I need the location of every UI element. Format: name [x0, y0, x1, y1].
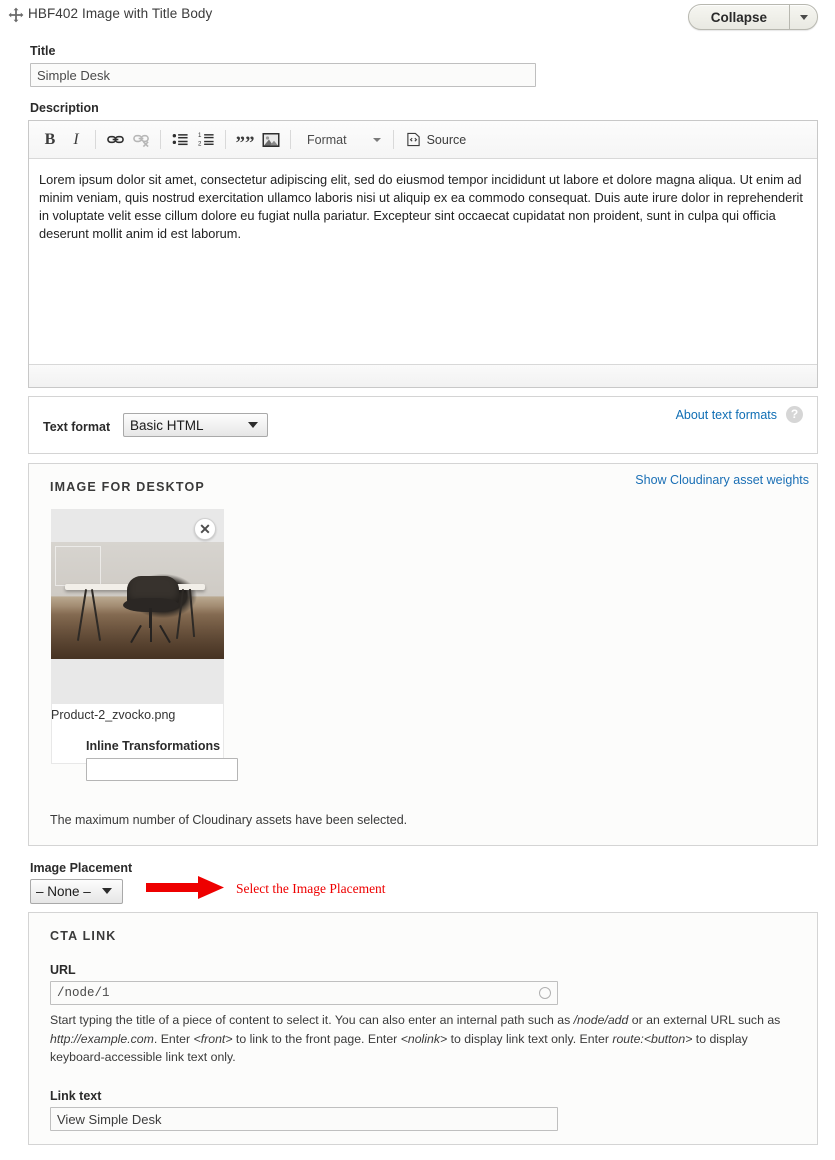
- url-description: Start typing the title of a piece of con…: [50, 1011, 805, 1067]
- image-placement-label: Image Placement: [30, 861, 133, 875]
- unlink-icon: [128, 127, 154, 153]
- cta-link-title: CTA LINK: [50, 929, 117, 943]
- right-arrow-icon: [146, 873, 226, 908]
- description-label: Description: [30, 101, 99, 115]
- max-assets-message: The maximum number of Cloudinary assets …: [50, 813, 408, 827]
- about-text-formats-link[interactable]: About text formats: [676, 408, 777, 422]
- image-placement-select[interactable]: – None –: [30, 879, 123, 904]
- toolbar-divider: [225, 130, 226, 149]
- show-cloudinary-asset-weights-link[interactable]: Show Cloudinary asset weights: [635, 473, 809, 487]
- editor-toolbar: B I 1 2 ”” Format Source: [29, 121, 817, 159]
- thumbnail-detail: [150, 626, 152, 642]
- image-for-desktop-title: IMAGE FOR DESKTOP: [50, 480, 205, 494]
- title-label: Title: [30, 44, 56, 58]
- url-description-segment: /node/add: [573, 1013, 629, 1027]
- toolbar-divider: [392, 130, 394, 149]
- description-editable-area[interactable]: Lorem ipsum dolor sit amet, consectetur …: [29, 159, 817, 364]
- url-description-segment: route:<button>: [612, 1031, 693, 1046]
- italic-button[interactable]: I: [63, 127, 89, 153]
- toolbar-divider: [160, 130, 161, 149]
- paragraph-header: HBF402 Image with Title Body Collapse: [0, 0, 835, 34]
- thumbnail-detail: [188, 589, 196, 637]
- thumbnail-detail: [159, 624, 171, 644]
- source-code-icon: [406, 132, 420, 147]
- link-icon[interactable]: [102, 127, 128, 153]
- text-format-label: Text format: [43, 420, 111, 434]
- collapse-button[interactable]: Collapse: [689, 5, 789, 29]
- asset-thumbnail-image: [51, 542, 224, 659]
- text-format-row: Text format Basic HTML About text format…: [28, 396, 818, 454]
- question-mark-icon[interactable]: ?: [786, 406, 803, 423]
- image-icon[interactable]: [258, 127, 284, 153]
- thumbnail-detail: [130, 624, 142, 644]
- page-title: HBF402 Image with Title Body: [28, 6, 213, 21]
- url-description-segment: to link to the front page. Enter: [232, 1031, 401, 1046]
- thumbnail-detail: [90, 589, 102, 641]
- bold-button[interactable]: B: [37, 127, 63, 153]
- toolbar-divider: [290, 130, 291, 149]
- cta-link-panel: CTA LINK URL Start typing the title of a…: [28, 912, 818, 1145]
- image-for-desktop-panel: IMAGE FOR DESKTOP Show Cloudinary asset …: [28, 463, 818, 846]
- url-description-segment: to display link text only. Enter: [447, 1031, 613, 1046]
- url-field-wrapper: [50, 981, 558, 1005]
- link-text-input[interactable]: [50, 1107, 558, 1131]
- thumbnail-detail: [76, 589, 88, 641]
- chevron-down-icon[interactable]: [789, 5, 817, 29]
- chevron-down-glyph: [799, 14, 808, 20]
- url-description-segment: . Enter: [153, 1031, 194, 1046]
- url-description-segment: http://example.com: [50, 1031, 154, 1046]
- text-format-select[interactable]: Basic HTML: [123, 413, 268, 437]
- url-description-segment: <front>: [193, 1031, 233, 1046]
- format-dropdown-label: Format: [307, 132, 347, 147]
- editor-status-bar: [29, 364, 817, 387]
- rich-text-editor: B I 1 2 ”” Format Source Lorem ipsum dol…: [28, 120, 818, 388]
- move-icon[interactable]: [8, 7, 24, 23]
- chevron-down-icon: [372, 137, 381, 142]
- svg-text:2: 2: [198, 140, 202, 147]
- thumbnail-detail: [55, 546, 101, 586]
- asset-thumbnail[interactable]: ✕: [51, 509, 224, 704]
- bulleted-list-icon[interactable]: [167, 127, 193, 153]
- source-button-label: Source: [426, 132, 467, 147]
- url-description-segment: <nolink>: [400, 1031, 448, 1046]
- toolbar-divider: [95, 130, 96, 149]
- url-input[interactable]: [50, 981, 558, 1005]
- inline-transformations-input[interactable]: [86, 758, 238, 781]
- blockquote-icon[interactable]: ””: [232, 127, 258, 153]
- asset-filename: Product-2_zvocko.png: [51, 708, 176, 722]
- url-description-segment: or an external URL such as: [628, 1013, 781, 1027]
- format-dropdown[interactable]: Format: [297, 127, 387, 153]
- inline-transformations-label: Inline Transformations: [86, 739, 221, 753]
- link-text-label: Link text: [50, 1089, 102, 1103]
- svg-text:1: 1: [198, 132, 202, 139]
- collapse-button-group[interactable]: Collapse: [687, 4, 818, 30]
- source-button[interactable]: Source: [400, 127, 473, 153]
- url-description-segment: Start typing the title of a piece of con…: [50, 1013, 574, 1027]
- url-label: URL: [50, 963, 76, 977]
- annotation-text: Select the Image Placement: [236, 881, 386, 896]
- title-input[interactable]: [30, 63, 536, 87]
- close-icon[interactable]: ✕: [194, 518, 216, 540]
- thumbnail-detail: [149, 608, 152, 628]
- numbered-list-icon[interactable]: 1 2: [193, 127, 219, 153]
